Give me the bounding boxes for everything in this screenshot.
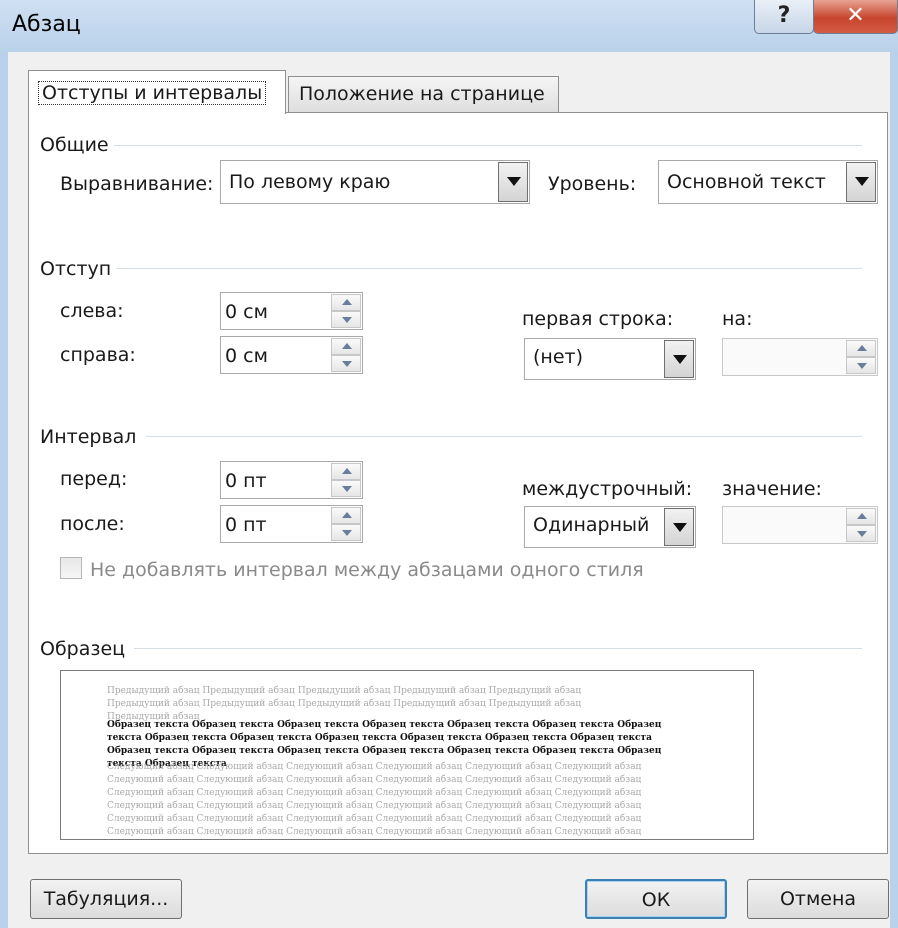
- group-indent-heading: Отступ: [40, 258, 112, 280]
- spin-up-icon[interactable]: [331, 507, 361, 524]
- help-icon: ?: [777, 3, 791, 28]
- group-general-heading: Общие: [40, 134, 109, 156]
- spacing-at-label: значение:: [722, 478, 822, 500]
- chevron-down-icon[interactable]: [664, 508, 694, 546]
- group-spacing-heading: Интервал: [40, 426, 137, 448]
- group-preview-heading: Образец: [40, 638, 126, 660]
- outline-level-select[interactable]: Основной текст: [658, 160, 878, 204]
- chevron-down-icon[interactable]: [846, 162, 876, 202]
- indent-by-label: на:: [722, 308, 753, 330]
- chevron-down-icon[interactable]: [664, 340, 694, 378]
- dont-add-space-checkbox[interactable]: [60, 557, 82, 579]
- indent-left-spinner[interactable]: 0 см: [220, 292, 363, 330]
- ok-button[interactable]: ОК: [585, 879, 727, 919]
- spacing-after-label: после:: [60, 513, 125, 535]
- line-spacing-value: Одинарный: [533, 514, 650, 536]
- line-spacing-label: междустрочный:: [522, 478, 693, 500]
- group-divider: [146, 436, 862, 437]
- window-frame-left: [0, 52, 8, 928]
- level-label: Уровень:: [548, 173, 637, 195]
- dialog-body: Отступы и интервалы Положение на страниц…: [8, 52, 890, 928]
- indent-right-spinner[interactable]: 0 см: [220, 336, 363, 374]
- indent-left-label: слева:: [60, 300, 124, 322]
- group-divider: [114, 145, 862, 146]
- spin-down-icon[interactable]: [331, 355, 361, 372]
- spin-down-icon[interactable]: [331, 311, 361, 328]
- first-line-label: первая строка:: [522, 308, 674, 330]
- spin-up-icon[interactable]: [846, 340, 876, 357]
- preview-box: Предыдущий абзац Предыдущий абзац Предыд…: [60, 670, 754, 840]
- tabs-button[interactable]: Табуляция...: [30, 879, 182, 919]
- indent-by-spinner[interactable]: [722, 338, 878, 376]
- window-title: Абзац: [12, 12, 81, 37]
- group-divider: [134, 648, 862, 649]
- close-button[interactable]: ✕: [813, 0, 898, 34]
- tab-label: Положение на странице: [299, 83, 545, 105]
- spacing-at-spinner[interactable]: [722, 506, 878, 544]
- alignment-value: По левому краю: [229, 171, 391, 193]
- group-divider: [116, 268, 862, 269]
- spin-down-icon[interactable]: [331, 480, 361, 497]
- spin-up-icon[interactable]: [331, 294, 361, 311]
- tab-line-and-page-breaks[interactable]: Положение на странице: [288, 76, 559, 112]
- spacing-after-spinner[interactable]: 0 пт: [220, 505, 363, 543]
- help-button[interactable]: ?: [754, 0, 814, 34]
- tab-indents-and-spacing[interactable]: Отступы и интервалы: [28, 70, 286, 114]
- spin-down-icon[interactable]: [846, 357, 876, 374]
- indent-right-label: справа:: [60, 344, 136, 366]
- preview-next-paragraph: Следующий абзац Следующий абзац Следующи…: [107, 762, 642, 837]
- alignment-select[interactable]: По левому краю: [220, 160, 530, 204]
- indent-left-value: 0 см: [225, 301, 268, 323]
- spin-down-icon[interactable]: [846, 525, 876, 542]
- spin-up-icon[interactable]: [331, 463, 361, 480]
- spacing-before-value: 0 пт: [225, 470, 267, 492]
- alignment-label: Выравнивание:: [60, 173, 214, 195]
- line-spacing-select[interactable]: Одинарный: [524, 506, 696, 548]
- first-line-select[interactable]: (нет): [524, 338, 696, 380]
- spin-up-icon[interactable]: [846, 508, 876, 525]
- level-value: Основной текст: [667, 171, 826, 193]
- spin-down-icon[interactable]: [331, 524, 361, 541]
- first-line-value: (нет): [533, 346, 584, 368]
- tab-label: Отступы и интервалы: [37, 81, 267, 105]
- spacing-before-label: перед:: [60, 468, 128, 490]
- dont-add-space-label: Не добавлять интервал между абзацами одн…: [90, 559, 644, 581]
- title-bar: Абзац ? ✕: [0, 0, 898, 52]
- cancel-button[interactable]: Отмена: [747, 879, 889, 919]
- spacing-after-value: 0 пт: [225, 514, 267, 536]
- indent-right-value: 0 см: [225, 345, 268, 367]
- spacing-before-spinner[interactable]: 0 пт: [220, 461, 363, 499]
- spin-up-icon[interactable]: [331, 338, 361, 355]
- chevron-down-icon[interactable]: [498, 162, 528, 202]
- window-frame-right: [890, 52, 898, 928]
- close-icon: ✕: [846, 3, 865, 28]
